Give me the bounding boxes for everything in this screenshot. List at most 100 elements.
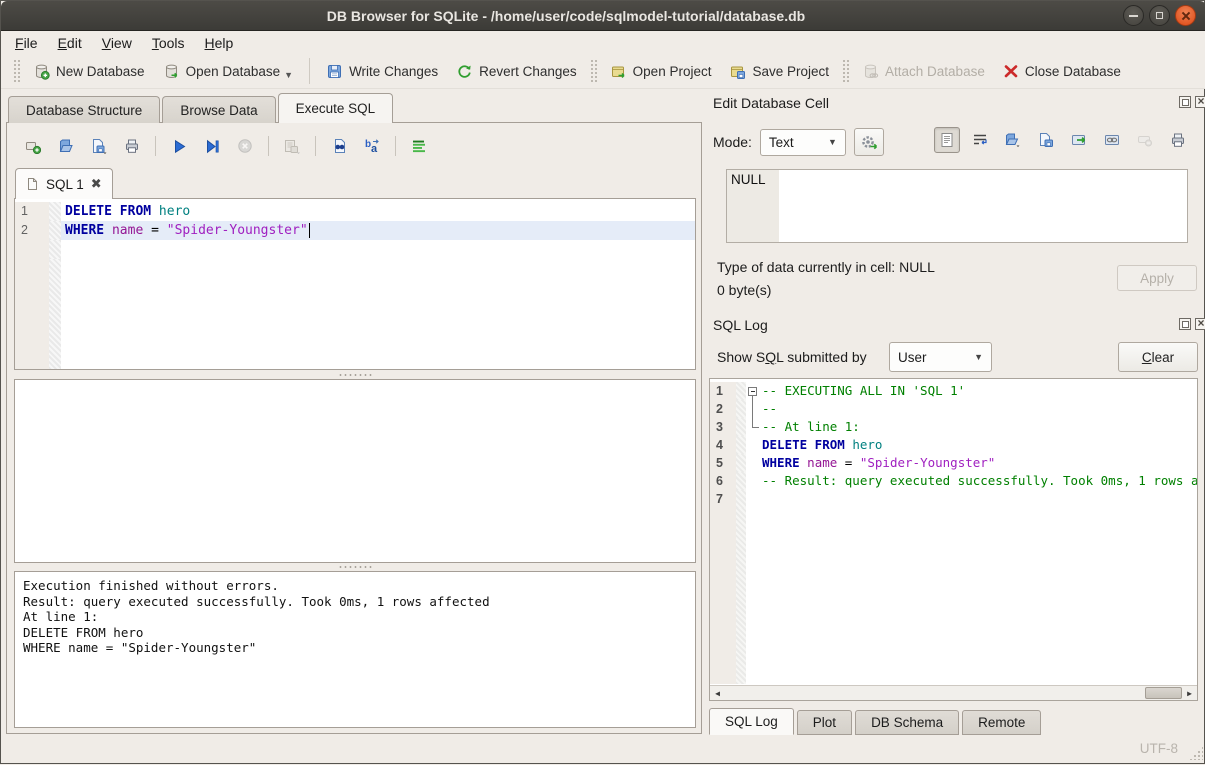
print-cell-button[interactable]	[1165, 127, 1191, 153]
editor-results-splitter[interactable]	[14, 372, 696, 378]
log-horizontal-scrollbar[interactable]: ◀ ▶	[710, 685, 1197, 700]
apply-button: Apply	[1117, 265, 1197, 291]
execution-message-pane[interactable]: Execution finished without errors. Resul…	[14, 571, 696, 728]
mode-label: Mode:	[713, 134, 752, 150]
word-wrap-button[interactable]	[967, 127, 993, 153]
clear-log-button[interactable]: Clear	[1118, 342, 1198, 372]
save-sql-file-icon	[90, 138, 108, 154]
sql-log-filter-combobox[interactable]: User ▼	[889, 342, 992, 372]
execute-all-icon	[172, 139, 187, 154]
import-data-button[interactable]	[1000, 127, 1026, 153]
tab-database-structure[interactable]: Database Structure	[8, 96, 160, 123]
cell-toolbar	[934, 127, 1191, 153]
cell-value-editor[interactable]: NULL	[726, 169, 1188, 243]
toolbar-grip[interactable]	[590, 59, 597, 83]
tab-remote[interactable]: Remote	[962, 710, 1041, 735]
tab-execute-sql[interactable]: Execute SQL	[278, 93, 394, 123]
new-database-button[interactable]: New Database	[24, 59, 154, 84]
fold-margin	[49, 202, 61, 221]
revert-changes-icon	[456, 63, 473, 80]
sql-log-view[interactable]: 1 -- EXECUTING ALL IN 'SQL 1' 2 -- 3 -- …	[709, 378, 1198, 701]
main-tab-widget: Database Structure Browse Data Execute S…	[6, 93, 702, 734]
sql-editor[interactable]: 1 DELETE FROM hero 2 WHERE name = "Spide…	[14, 198, 696, 370]
close-sql-tab-icon[interactable]: ✖	[91, 176, 102, 192]
open-link-button[interactable]	[1099, 127, 1125, 153]
results-grid-pane[interactable]	[14, 379, 696, 563]
apply-data-icon	[1071, 132, 1087, 148]
menu-view[interactable]: View	[92, 33, 142, 53]
tab-sql-log[interactable]: SQL Log	[709, 708, 794, 735]
chevron-down-icon: ▼	[974, 352, 983, 362]
sql-document-tab[interactable]: SQL 1 ✖	[15, 168, 113, 199]
auto-switch-mode-button[interactable]	[854, 128, 884, 156]
find-in-sql-button[interactable]	[327, 134, 351, 158]
word-wrap-icon	[972, 132, 988, 148]
svg-text:a: a	[371, 143, 378, 154]
autocomplete-button[interactable]: b a	[360, 134, 384, 158]
sql-log-filter-value: User	[898, 350, 927, 365]
save-sql-file-button[interactable]	[87, 134, 111, 158]
execute-all-button[interactable]	[167, 134, 191, 158]
new-sql-tab-button[interactable]	[21, 134, 45, 158]
export-data-icon	[1038, 132, 1054, 148]
tab-db-schema[interactable]: DB Schema	[855, 710, 959, 735]
open-project-icon	[610, 63, 627, 80]
cell-type-info: Type of data currently in cell: NULL	[717, 259, 935, 275]
editor-line: 1 DELETE FROM hero	[15, 202, 695, 221]
auto-switch-mode-icon	[860, 133, 878, 151]
open-sql-file-button[interactable]	[54, 134, 78, 158]
edit-cell-dock-title: Edit Database Cell	[713, 93, 829, 113]
chevron-down-icon: ▼	[828, 137, 837, 147]
print-sql-button[interactable]	[120, 134, 144, 158]
cell-value: NULL	[727, 170, 779, 242]
resize-grip[interactable]	[1189, 746, 1203, 760]
float-dock-icon[interactable]	[1179, 96, 1191, 108]
format-sql-button[interactable]	[407, 134, 431, 158]
open-database-icon	[163, 63, 180, 80]
menu-tools[interactable]: Tools	[142, 33, 195, 53]
sql-log-filter-label: Show SQL submitted by	[717, 349, 867, 365]
scrollbar-thumb[interactable]	[1145, 687, 1182, 699]
import-data-icon	[1004, 132, 1022, 148]
scroll-right-icon[interactable]: ▶	[1182, 686, 1197, 701]
open-database-menu-arrow[interactable]: ▼	[284, 70, 293, 80]
menu-help[interactable]: Help	[195, 33, 244, 53]
message-line: At line 1:	[23, 609, 687, 625]
fold-margin-fill	[49, 259, 61, 369]
revert-changes-button[interactable]: Revert Changes	[447, 59, 586, 84]
text-document-icon	[939, 132, 955, 148]
line-number: 2	[15, 221, 49, 240]
dock-tab-bar: SQL Log Plot DB Schema Remote	[709, 708, 1044, 735]
close-dock-icon[interactable]	[1195, 318, 1205, 330]
open-link-icon	[1104, 132, 1120, 148]
gutter-fill	[15, 259, 49, 369]
float-dock-icon[interactable]	[1179, 318, 1191, 330]
mode-combobox[interactable]: Text ▼	[760, 129, 846, 156]
open-project-label: Open Project	[633, 64, 712, 79]
sql-editor-toolbar: b a	[21, 132, 431, 160]
message-line: DELETE FROM hero	[23, 625, 687, 641]
export-data-button[interactable]	[1033, 127, 1059, 153]
fold-collapse-icon[interactable]	[748, 387, 757, 396]
execute-current-line-button[interactable]	[200, 134, 224, 158]
tab-browse-data[interactable]: Browse Data	[162, 96, 275, 123]
find-in-sql-icon	[331, 138, 348, 154]
execute-current-line-icon	[205, 139, 220, 154]
encoding-indicator[interactable]: UTF-8	[1140, 741, 1178, 756]
text-document-button[interactable]	[934, 127, 960, 153]
menu-edit[interactable]: Edit	[48, 33, 92, 53]
save-results-icon	[283, 138, 301, 154]
scroll-left-icon[interactable]: ◀	[710, 686, 725, 701]
toolbar-grip[interactable]	[13, 59, 20, 83]
tab-plot[interactable]: Plot	[797, 710, 852, 735]
message-line: Result: query executed successfully. Too…	[23, 594, 687, 610]
fold-margin	[49, 221, 61, 240]
open-project-button[interactable]: Open Project	[601, 59, 721, 84]
apply-data-button[interactable]	[1066, 127, 1092, 153]
results-message-splitter[interactable]	[14, 564, 696, 570]
menu-file[interactable]: File	[5, 33, 48, 53]
text-cursor	[309, 223, 311, 238]
open-database-button[interactable]: Open Database ▼	[154, 59, 303, 84]
close-dock-icon[interactable]	[1195, 96, 1205, 108]
write-changes-button[interactable]: Write Changes	[317, 59, 447, 84]
